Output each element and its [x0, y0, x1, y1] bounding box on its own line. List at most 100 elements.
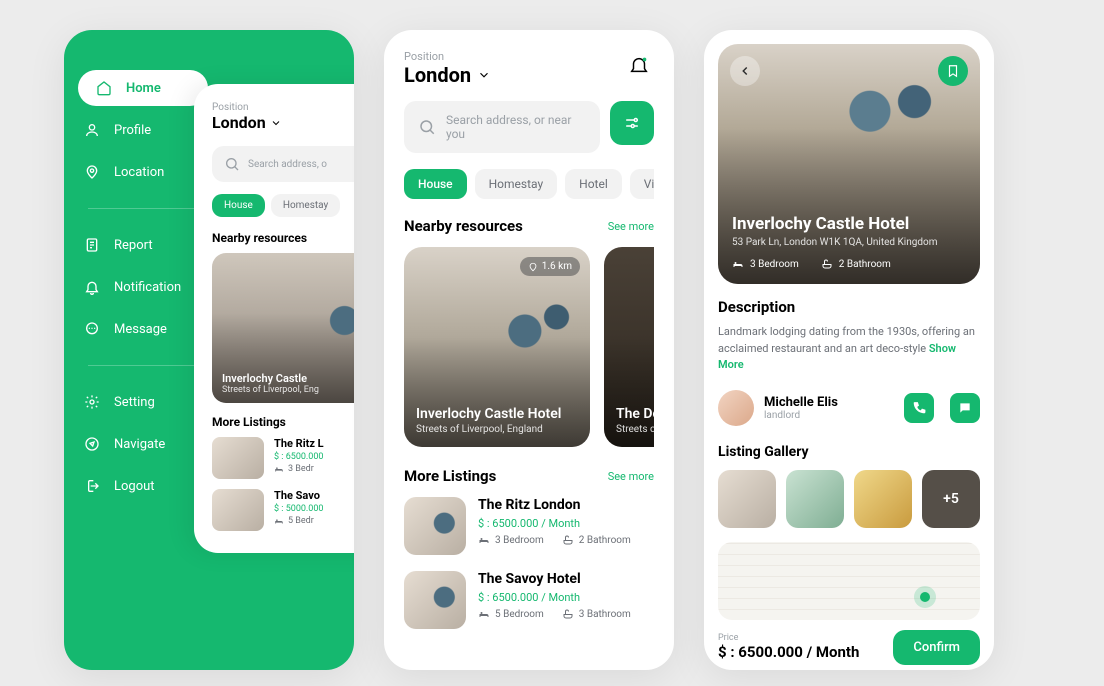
hero-address: 53 Park Ln, London W1K 1QA, United Kingd… [732, 237, 966, 248]
listing-title: The Savo [274, 489, 323, 502]
listing-price: $ : 6500.000 / Month [478, 517, 631, 530]
gallery-item[interactable] [786, 470, 844, 528]
position-value: London [404, 63, 471, 87]
chip-house[interactable]: House [212, 194, 265, 217]
position-picker[interactable]: London [212, 113, 354, 132]
description-text: Landmark lodging dating from the 1930s, … [718, 324, 980, 374]
listing-thumbnail [404, 571, 466, 629]
mini-home-panel: Position London Search address, o House … [194, 84, 354, 553]
nearby-card[interactable]: The Dorche Streets of Liverp [604, 247, 654, 447]
phone-icon [912, 401, 926, 415]
listing-bed: 5 Bedr [274, 516, 323, 526]
chip-villa[interactable]: Villa [630, 169, 654, 199]
card-title: Inverlochy Castle Hotel [416, 406, 578, 422]
search-input[interactable]: Search address, o [212, 146, 354, 182]
user-icon [84, 122, 100, 138]
listing-bed: 3 Bedr [274, 464, 324, 474]
more-listings: The Ritz London $ : 6500.000 / Month 3 B… [404, 497, 654, 629]
hero-image: Inverlochy Castle Hotel 53 Park Ln, Lond… [718, 44, 980, 284]
position-value: London [212, 113, 266, 132]
bed-icon [478, 534, 490, 546]
owner-name: Michelle Elis [764, 395, 894, 410]
nav-label: Setting [114, 395, 155, 410]
gallery-item[interactable] [854, 470, 912, 528]
see-more-link[interactable]: See more [608, 220, 654, 233]
bookmark-button[interactable] [938, 56, 968, 86]
distance-badge: 1.6 km [520, 257, 580, 276]
listing-row[interactable]: The Savo $ : 5000.000 5 Bedr [212, 489, 354, 531]
nav-label: Logout [114, 479, 155, 494]
nav-label: Location [114, 165, 164, 180]
card-subtitle: Streets of Liverp [616, 424, 654, 435]
listing-row[interactable]: The Savoy Hotel $ : 6500.000 / Month 5 B… [404, 571, 654, 629]
search-input[interactable]: Search address, or near you [404, 101, 600, 153]
position-picker[interactable]: London [404, 63, 491, 87]
description-heading: Description [718, 298, 980, 316]
listing-price: $ : 5000.000 [274, 504, 323, 514]
price-label: Price [718, 633, 859, 643]
bed-icon [478, 608, 490, 620]
chat-icon [958, 401, 972, 415]
more-listings-heading: More Listings [404, 467, 496, 485]
listing-features: 5 Bedroom 3 Bathroom [478, 608, 631, 620]
listing-row[interactable]: The Ritz L $ : 6500.000 3 Bedr [212, 437, 354, 479]
gallery-row: +5 [718, 470, 980, 528]
detail-screen: Inverlochy Castle Hotel 53 Park Ln, Lond… [704, 30, 994, 670]
owner-avatar[interactable] [718, 390, 754, 426]
chevron-down-icon [477, 68, 491, 82]
call-button[interactable] [904, 393, 934, 423]
bell-icon [84, 279, 100, 295]
card-subtitle: Streets of Liverpool, England [416, 424, 578, 435]
nearby-card[interactable]: 1.6 km Inverlochy Castle Hotel Streets o… [404, 247, 590, 447]
chat-icon [84, 321, 100, 337]
bed-icon [732, 258, 744, 270]
sliders-icon [623, 114, 641, 132]
nearby-cards[interactable]: 1.6 km Inverlochy Castle Hotel Streets o… [404, 247, 654, 447]
sidebar-drawer-screen: Home Profile Location Report Notificatio… [64, 30, 354, 670]
owner-row: Michelle Elis landlord [718, 390, 980, 426]
see-more-link[interactable]: See more [608, 470, 654, 483]
location-icon [84, 164, 100, 180]
message-button[interactable] [950, 393, 980, 423]
card-subtitle: Streets of Liverpool, Eng [222, 385, 354, 395]
pin-icon [528, 262, 538, 272]
listing-title: The Savoy Hotel [478, 571, 631, 587]
nav-label: Report [114, 238, 153, 253]
location-map[interactable] [718, 542, 980, 620]
listing-title: The Ritz L [274, 437, 324, 450]
notifications-button[interactable] [624, 50, 654, 80]
listing-features: 3 Bedroom 2 Bathroom [478, 534, 631, 546]
gallery-more[interactable]: +5 [922, 470, 980, 528]
bookmark-icon [946, 64, 960, 78]
card-title: Inverlochy Castle [222, 372, 354, 385]
chevron-left-icon [738, 64, 752, 78]
nearby-heading: Nearby resources [212, 231, 354, 245]
confirm-button[interactable]: Confirm [893, 630, 980, 665]
listing-row[interactable]: The Ritz London $ : 6500.000 / Month 3 B… [404, 497, 654, 555]
chip-homestay[interactable]: Homestay [475, 169, 558, 199]
browse-screen: Position London Search address, or near … [384, 30, 674, 670]
nav-label: Message [114, 322, 167, 337]
chip-homestay[interactable]: Homestay [271, 194, 340, 217]
search-icon [418, 118, 436, 136]
nav-label: Notification [114, 280, 181, 295]
nav-label: Navigate [114, 437, 165, 452]
nearby-card[interactable]: Inverlochy Castle Streets of Liverpool, … [212, 253, 354, 403]
nav-label: Profile [114, 123, 151, 138]
bath-icon [562, 608, 574, 620]
filter-chips: House Homestay Hotel Villa C [404, 169, 654, 199]
hero-features: 3 Bedroom 2 Bathroom [732, 258, 966, 270]
listing-price: $ : 6500.000 / Month [478, 591, 631, 604]
gallery-heading: Listing Gallery [718, 444, 980, 460]
bath-icon [821, 258, 833, 270]
back-button[interactable] [730, 56, 760, 86]
bell-icon [628, 54, 650, 76]
chip-house[interactable]: House [404, 169, 467, 199]
chip-hotel[interactable]: Hotel [565, 169, 622, 199]
filter-button[interactable] [610, 101, 654, 145]
compass-icon [84, 436, 100, 452]
gallery-item[interactable] [718, 470, 776, 528]
nav-divider [88, 208, 210, 209]
more-listings-heading: More Listings [212, 415, 354, 429]
nav-home[interactable]: Home [78, 70, 208, 106]
